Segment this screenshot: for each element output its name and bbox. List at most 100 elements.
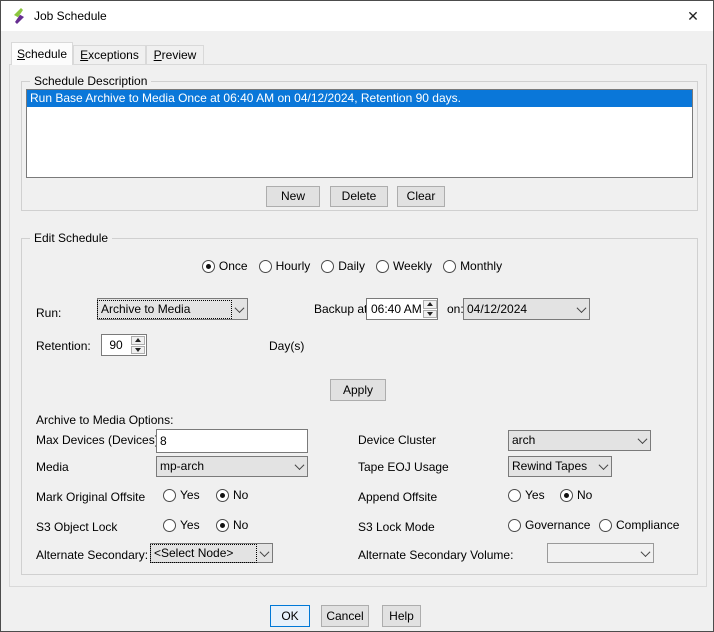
s3-object-lock-yes[interactable]: Yes [163, 518, 200, 532]
yes-label: Yes [180, 488, 200, 502]
mark-original-offsite-yes[interactable]: Yes [163, 488, 200, 502]
no-label: No [233, 518, 248, 532]
s3-object-lock-label: S3 Object Lock [36, 520, 117, 534]
radio-daily[interactable]: Daily [321, 259, 365, 273]
append-offsite-yes[interactable]: Yes [508, 488, 545, 502]
retention-spinner[interactable]: 90 [101, 334, 147, 356]
app-logo-icon [11, 8, 27, 24]
retention-value: 90 [102, 335, 130, 355]
date-dropdown[interactable]: 04/12/2024 [463, 298, 590, 320]
arrow-down-icon [135, 348, 141, 352]
tab-schedule[interactable]: Schedule [11, 42, 73, 65]
retention-spin-up-button[interactable] [131, 336, 145, 345]
no-label: No [233, 488, 248, 502]
s3-object-lock-yes-icon [163, 519, 176, 532]
s3-lock-mode-governance[interactable]: Governance [508, 518, 590, 532]
clear-button[interactable]: Clear [397, 186, 445, 207]
delete-button[interactable]: Delete [330, 186, 388, 207]
new-button[interactable]: New [266, 186, 320, 207]
mark-original-offsite-no[interactable]: No [216, 488, 248, 502]
s3-object-lock-no[interactable]: No [216, 518, 248, 532]
chevron-down-icon [256, 550, 272, 557]
s3-lock-mode-compliance[interactable]: Compliance [599, 518, 679, 532]
backup-time-spin-buttons [422, 299, 438, 319]
retention-spin-buttons [130, 335, 146, 355]
tab-exceptions[interactable]: Exceptions [73, 45, 146, 65]
chevron-down-icon [637, 550, 653, 557]
tape-eoj-dropdown[interactable]: Rewind Tapes [508, 456, 612, 477]
radio-monthly-label: Monthly [460, 259, 502, 273]
ok-button[interactable]: OK [270, 605, 310, 627]
radio-once-icon [202, 260, 215, 273]
edit-schedule-group-label: Edit Schedule [30, 231, 112, 245]
alt-secondary-volume-label: Alternate Secondary Volume: [358, 548, 513, 562]
window-title: Job Schedule [34, 1, 107, 31]
alt-secondary-volume-dropdown[interactable] [547, 543, 654, 563]
max-devices-label: Max Devices (Devices) [36, 433, 159, 447]
run-dropdown[interactable]: Archive to Media [97, 298, 248, 320]
backup-at-label: Backup at: [314, 302, 371, 316]
radio-hourly[interactable]: Hourly [259, 259, 311, 273]
mark-original-offsite-label: Mark Original Offsite [36, 490, 145, 504]
retention-spin-down-button[interactable] [131, 346, 145, 355]
close-icon[interactable]: ✕ [673, 1, 713, 31]
yes-label: Yes [525, 488, 545, 502]
no-label: No [577, 488, 592, 502]
schedule-description-list[interactable]: Run Base Archive to Media Once at 06:40 … [26, 89, 693, 178]
tab-preview[interactable]: Preview [146, 45, 204, 65]
media-label: Media [36, 460, 69, 474]
arrow-down-icon [427, 312, 433, 316]
chevron-down-icon [231, 306, 247, 313]
mark-original-offsite-yes-icon [163, 489, 176, 502]
job-schedule-dialog: Job Schedule ✕ Schedule Exceptions Previ… [0, 0, 714, 632]
tab-preview-label: review [162, 48, 197, 62]
radio-hourly-label: Hourly [276, 259, 311, 273]
max-devices-input[interactable] [156, 429, 308, 453]
chevron-down-icon [291, 463, 307, 470]
tab-schedule-accel: S [17, 47, 25, 61]
append-offsite-no[interactable]: No [560, 488, 592, 502]
chevron-down-icon [573, 306, 589, 313]
tab-exceptions-accel: E [80, 48, 88, 62]
time-spin-up-button[interactable] [423, 300, 437, 309]
radio-once[interactable]: Once [202, 259, 248, 273]
tape-eoj-value: Rewind Tapes [509, 458, 595, 475]
device-cluster-label: Device Cluster [358, 433, 436, 447]
device-cluster-dropdown[interactable]: arch [508, 430, 651, 451]
media-value: mp-arch [157, 458, 291, 475]
title-bar: Job Schedule ✕ [1, 1, 713, 31]
time-spin-down-button[interactable] [423, 310, 437, 319]
device-cluster-value: arch [509, 432, 634, 449]
media-dropdown[interactable]: mp-arch [156, 456, 308, 477]
alt-secondary-value: <Select Node> [151, 545, 256, 562]
tab-preview-accel: P [154, 48, 162, 62]
mark-original-offsite-no-icon [216, 489, 229, 502]
radio-once-label: Once [219, 259, 248, 273]
retention-label: Retention: [36, 339, 91, 353]
alt-secondary-dropdown[interactable]: <Select Node> [150, 543, 273, 563]
frequency-radio-group: Once Hourly Daily Weekly Monthly [1, 259, 713, 273]
retention-unit-label: Day(s) [269, 339, 304, 353]
radio-daily-label: Daily [338, 259, 365, 273]
radio-weekly-icon [376, 260, 389, 273]
radio-monthly[interactable]: Monthly [443, 259, 502, 273]
schedule-list-item-selected[interactable]: Run Base Archive to Media Once at 06:40 … [27, 90, 692, 107]
radio-weekly[interactable]: Weekly [376, 259, 432, 273]
s3-lock-mode-compliance-icon [599, 519, 612, 532]
append-offsite-label: Append Offsite [358, 490, 437, 504]
s3-lock-mode-label: S3 Lock Mode [358, 520, 435, 534]
chevron-down-icon [595, 463, 611, 470]
alt-secondary-label: Alternate Secondary: [36, 548, 148, 562]
date-dropdown-value: 04/12/2024 [464, 301, 573, 318]
governance-label: Governance [525, 518, 590, 532]
arrow-up-icon [135, 338, 141, 342]
options-heading: Archive to Media Options: [36, 413, 173, 427]
apply-button[interactable]: Apply [330, 379, 386, 401]
backup-time-spinner[interactable]: 06:40 AM [366, 298, 438, 320]
radio-monthly-icon [443, 260, 456, 273]
s3-lock-mode-governance-icon [508, 519, 521, 532]
help-button[interactable]: Help [382, 605, 421, 627]
cancel-button[interactable]: Cancel [321, 605, 369, 627]
tab-exceptions-label: xceptions [88, 48, 139, 62]
radio-daily-icon [321, 260, 334, 273]
